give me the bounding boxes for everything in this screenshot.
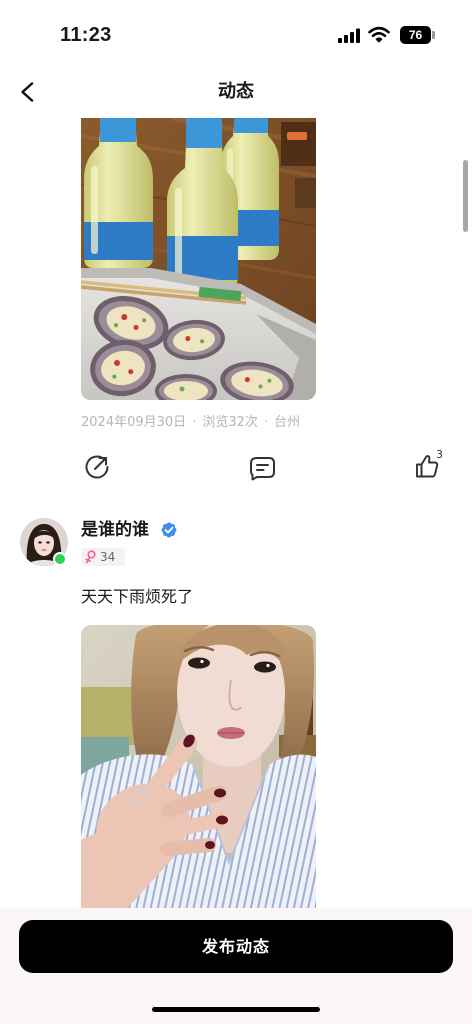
share-button[interactable] — [83, 453, 111, 481]
signal-bar — [338, 38, 342, 43]
online-status-dot — [53, 552, 67, 566]
beer-bottle-part — [100, 118, 136, 142]
battery-icon: 76 — [400, 26, 431, 44]
post-date: 2024年09月30日 — [81, 415, 187, 430]
comment-bubble — [250, 457, 275, 481]
beer-bottle-part — [175, 188, 182, 276]
post-views: 浏览32次 — [202, 415, 258, 430]
signal-bar — [350, 32, 354, 43]
table-items-part — [287, 132, 307, 140]
hand-part — [214, 788, 226, 798]
signal-bar — [356, 28, 360, 43]
moments-screen: 11:23 76 动态 2024年09月30日 · 浏览32次 · 台州 3 是… — [0, 0, 472, 1024]
scroll-indicator[interactable] — [463, 160, 468, 232]
share-arrow-shaft — [94, 457, 107, 470]
post-text: 天天下雨烦死了 — [81, 587, 194, 606]
status-time: 11:23 — [60, 24, 112, 46]
thumb-hand — [420, 455, 439, 478]
photo-background-part — [81, 687, 136, 745]
wifi-icon — [368, 26, 390, 43]
table-items-part — [295, 178, 316, 208]
hand-part — [205, 841, 215, 849]
female-icon — [85, 550, 96, 564]
signal-icon — [338, 28, 360, 43]
beer-bottle-part — [234, 118, 268, 133]
verified-badge-icon — [161, 522, 177, 538]
comment-button[interactable] — [248, 454, 276, 482]
gender-age-tag: 34 — [81, 548, 125, 566]
face-part — [200, 659, 204, 664]
post-location: 台州 — [274, 415, 301, 430]
table-items-part — [281, 122, 316, 166]
publish-post-button[interactable]: 发布动态 — [19, 920, 453, 973]
battery-nub — [432, 31, 435, 39]
meta-separator: · — [263, 415, 268, 430]
post-photo[interactable] — [81, 118, 316, 400]
post-photo-image — [81, 625, 316, 915]
beer-bottle-part — [91, 166, 98, 254]
face-part — [188, 657, 210, 669]
like-count: 3 — [436, 448, 443, 461]
top-bar: 11:23 76 动态 — [0, 0, 472, 116]
avatar-eye — [38, 541, 42, 544]
wifi-arc — [368, 26, 390, 34]
face-part — [266, 663, 270, 668]
author-name[interactable]: 是谁的谁 — [81, 519, 149, 541]
wifi-arc — [371, 32, 387, 38]
avatar-lips — [41, 548, 47, 552]
face-part — [254, 661, 276, 673]
beer-bottle-part — [186, 118, 222, 148]
home-indicator[interactable] — [152, 1007, 320, 1012]
author-age: 34 — [100, 550, 116, 564]
post-photo[interactable] — [81, 625, 316, 915]
hand-part — [165, 812, 229, 838]
wifi-dot — [375, 37, 383, 43]
oyster-part — [179, 386, 185, 392]
hand-part — [216, 815, 228, 825]
share-icon — [85, 455, 109, 479]
page-title: 动态 — [218, 81, 254, 102]
avatar-eye — [46, 541, 50, 544]
comment-icon — [250, 457, 275, 481]
post-photo-image — [81, 118, 316, 400]
hand-part — [160, 838, 216, 856]
post-meta: 2024年09月30日 · 浏览32次 · 台州 — [81, 414, 300, 432]
signal-bar — [344, 35, 348, 43]
meta-separator: · — [192, 415, 197, 430]
badge-shape — [161, 522, 177, 538]
